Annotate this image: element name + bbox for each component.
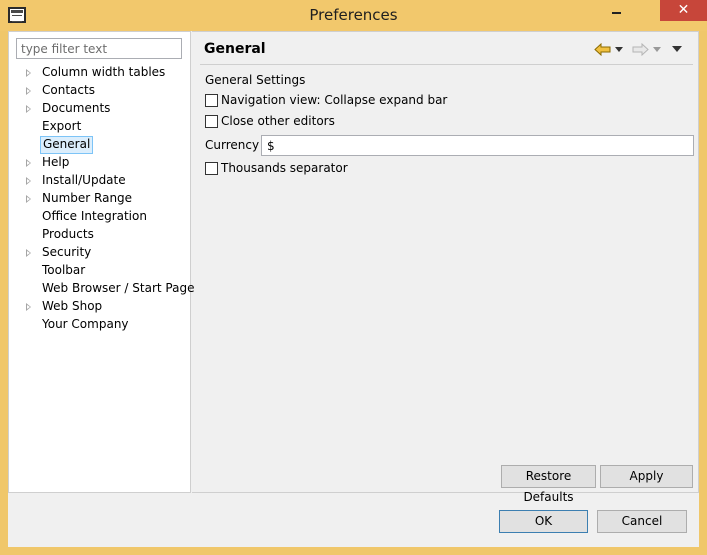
tree-item[interactable]: General [9,136,190,154]
expand-arrow-icon[interactable] [26,249,31,257]
page-title: General [204,41,266,57]
tree-item-label: Help [42,155,70,169]
tree-item[interactable]: Install/Update [9,172,190,190]
preference-tree-panel: Column width tables Contacts Documents Expo… [8,31,194,493]
tree-item[interactable]: Export [9,118,190,136]
currency-input[interactable] [261,135,694,156]
tree-item[interactable]: Documents [9,100,190,118]
tree-item-label: Web Browser / Start Page [42,281,195,295]
expand-arrow-icon[interactable] [26,69,31,77]
option-label: Thousands separator [221,161,348,175]
dialog-body: Column width tables Contacts Documents Expo… [8,31,699,547]
arrow-right-icon[interactable] [632,43,649,56]
tree-item-label: Column width tables [42,65,166,79]
tree-item-label: Office Integration [42,209,147,223]
ok-button[interactable]: OK [499,510,588,533]
apply-button[interactable]: Apply [600,465,693,488]
checkbox[interactable] [205,94,218,107]
tree-item-label: Your Company [42,317,129,331]
tree-item-label: General [40,136,94,154]
arrow-left-icon[interactable] [594,43,611,56]
tree-item[interactable]: Office Integration [9,208,190,226]
expand-arrow-icon[interactable] [26,105,31,113]
group-title: General Settings [205,73,306,87]
tree-item[interactable]: Products [9,226,190,244]
tree-item-label: Security [42,245,92,259]
title-bar[interactable]: Preferences ✕ [0,0,707,31]
tree-item[interactable]: Contacts [9,82,190,100]
tree-item-label: Web Shop [42,299,103,313]
filter-input[interactable] [16,38,182,59]
restore-defaults-button[interactable]: Restore Defaults [501,465,596,504]
tree-item[interactable]: Number Range [9,190,190,208]
forward-history-dropdown-icon[interactable] [653,47,661,52]
tree-item-label: Toolbar [42,263,86,277]
window-title: Preferences [309,6,398,24]
preference-page: General General Settings Navigation view… [192,31,699,504]
expand-arrow-icon[interactable] [26,159,31,167]
minimize-button[interactable] [602,0,630,22]
checkbox[interactable] [205,162,218,175]
tree-item[interactable]: Web Browser / Start Page [9,280,194,298]
tree-item[interactable]: Web Shop [9,298,190,316]
history-navigation [594,41,690,59]
tree-item-label: Contacts [42,83,95,97]
expand-arrow-icon[interactable] [26,177,31,185]
expand-arrow-icon[interactable] [26,87,31,95]
tree-item-label: Install/Update [42,173,126,187]
view-menu-icon[interactable] [672,46,682,52]
tree-item[interactable]: Help [9,154,190,172]
back-history-dropdown-icon[interactable] [615,47,623,52]
cancel-button[interactable]: Cancel [597,510,687,533]
tree-item-label: Export [42,119,82,133]
currency-label: Currency [205,138,260,152]
preferences-window: Preferences ✕ Column width tables Contact… [0,0,707,555]
option-label: Navigation view: Collapse expand bar [221,93,448,107]
tree-item-label: Number Range [42,191,133,205]
expand-arrow-icon[interactable] [26,303,31,311]
checkbox[interactable] [205,115,218,128]
tree-item-label: Products [42,227,94,241]
option-label: Close other editors [221,114,335,128]
tree-item[interactable]: Column width tables [9,64,190,82]
expand-arrow-icon[interactable] [26,195,31,203]
tree-item[interactable]: Your Company [9,316,190,334]
tree-item[interactable]: Toolbar [9,262,190,280]
close-button[interactable]: ✕ [660,0,707,21]
tree-item[interactable]: Security [9,244,190,262]
tree-item-label: Documents [42,101,111,115]
title-separator [200,64,693,65]
